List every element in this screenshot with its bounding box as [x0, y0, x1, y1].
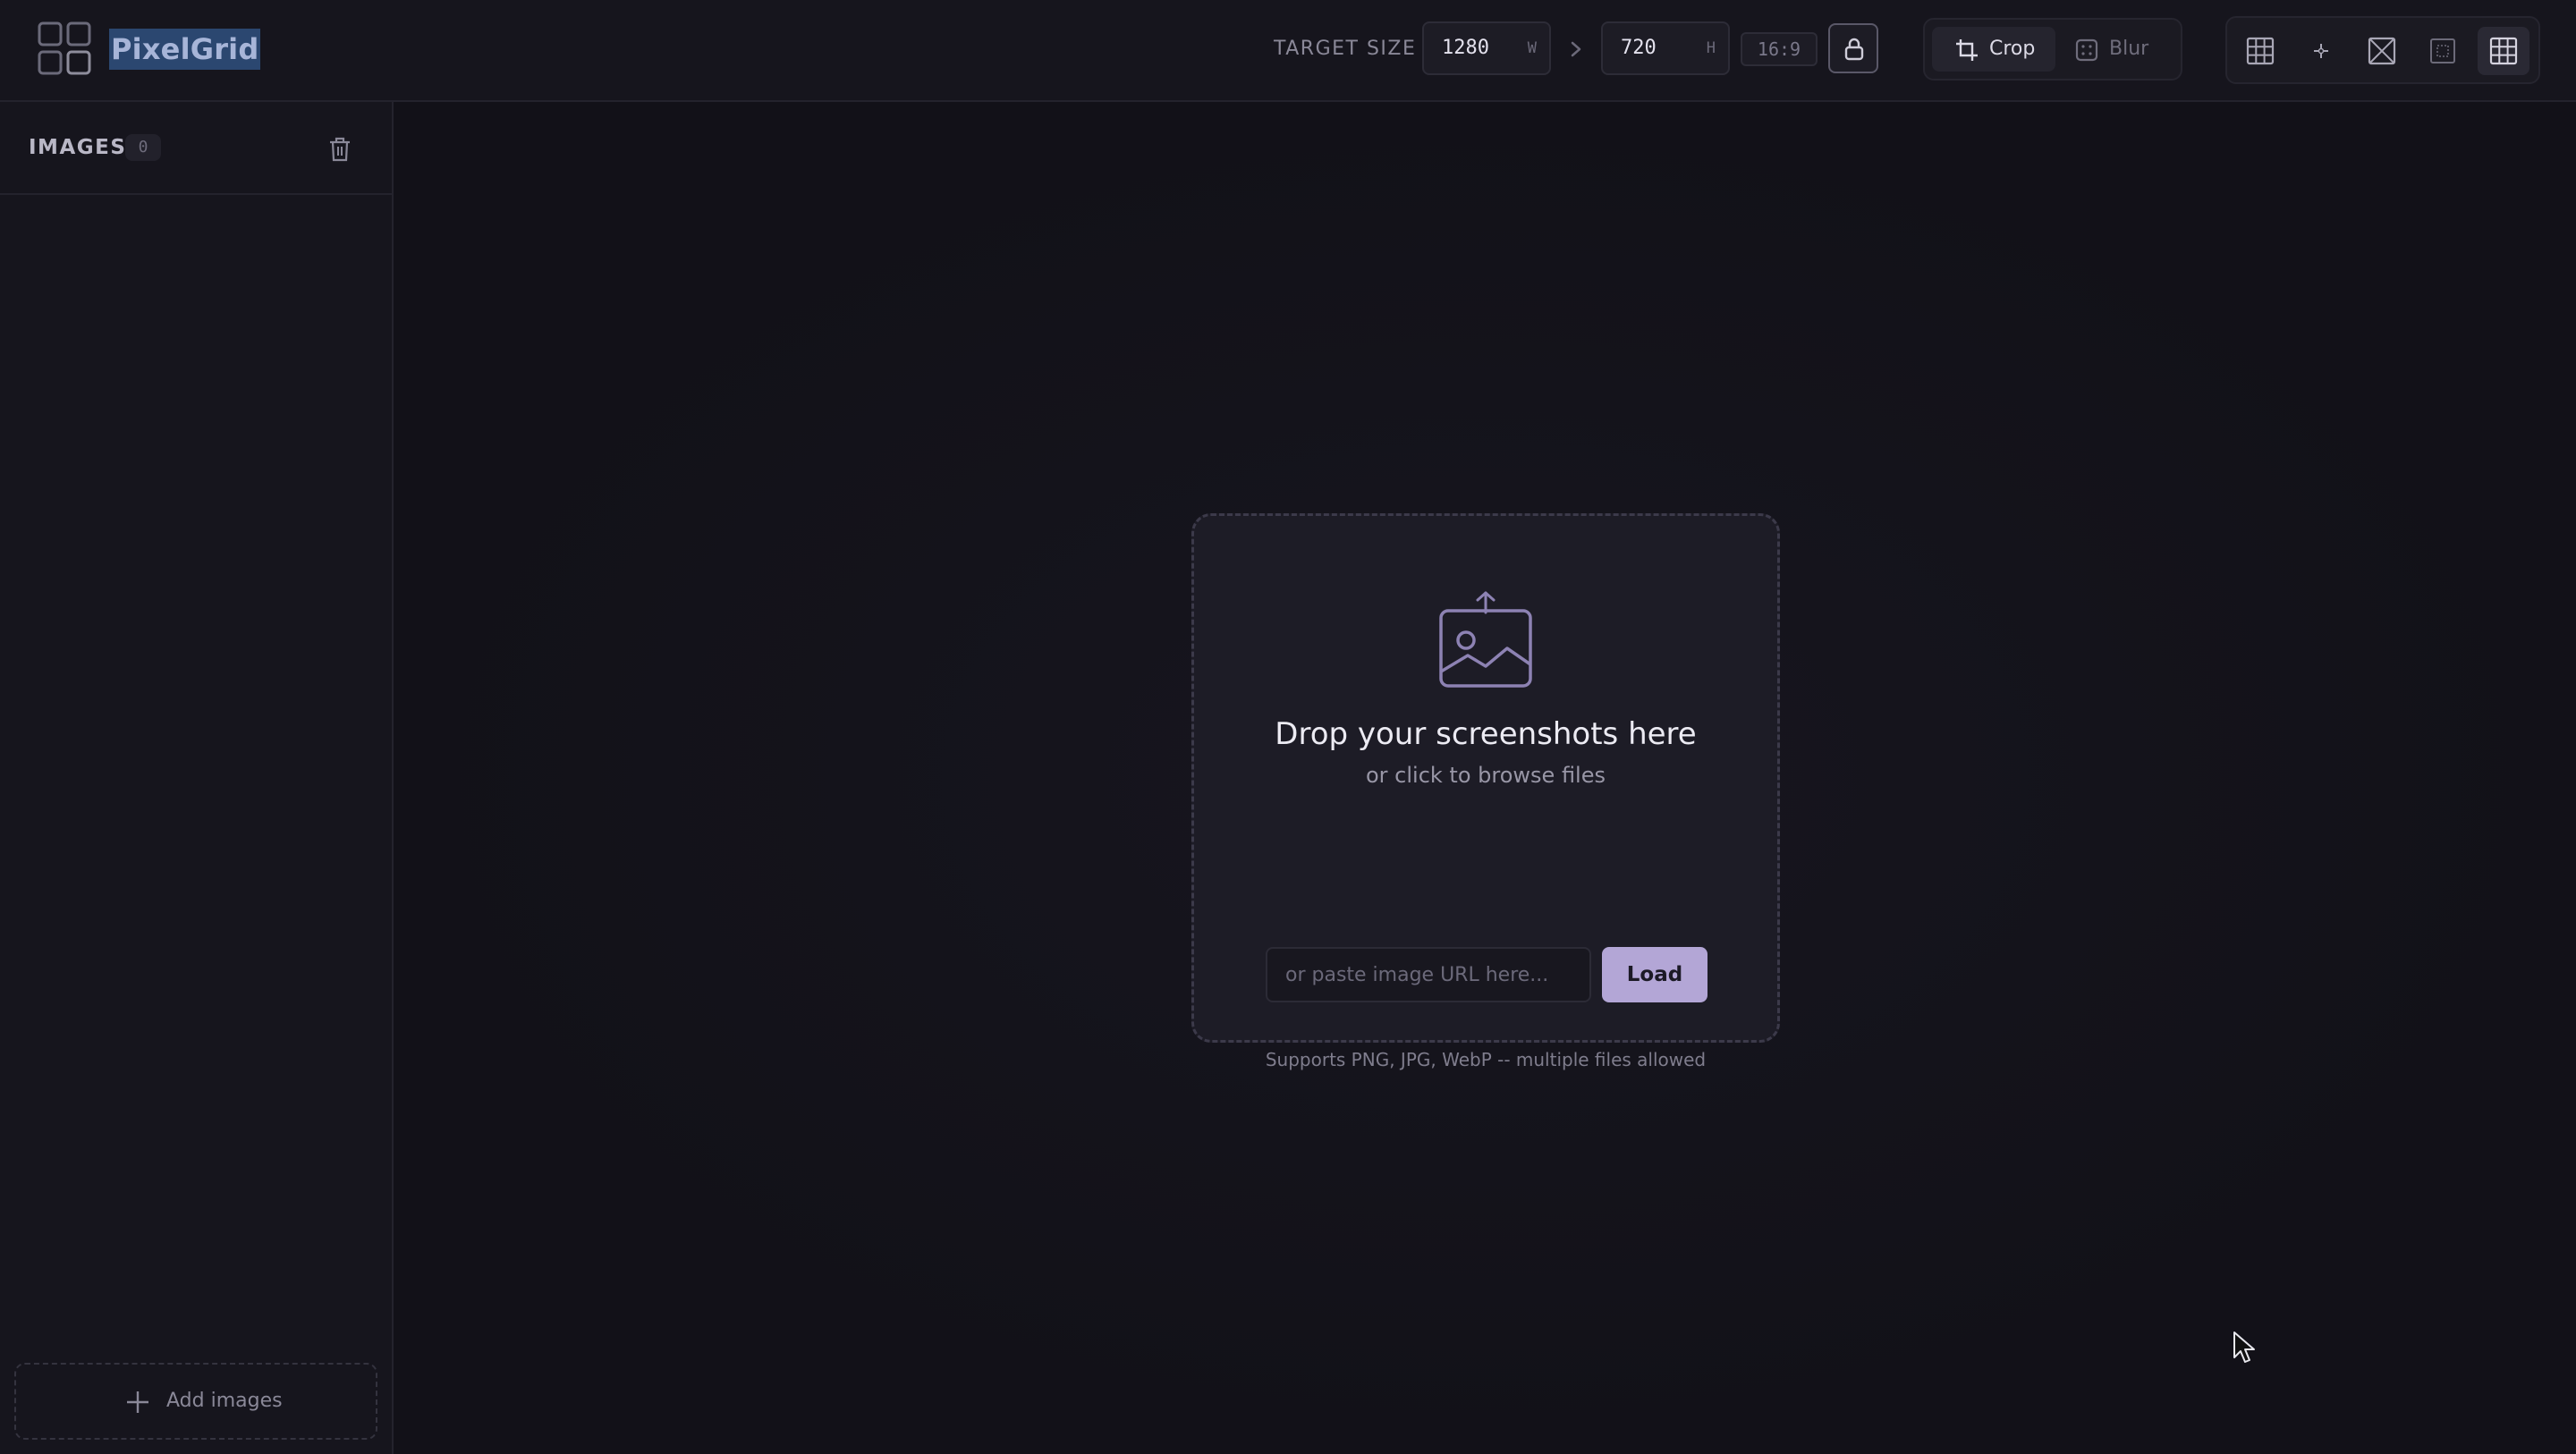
height-field[interactable]: 720 H: [1601, 21, 1730, 75]
grid-tool-button[interactable]: [2234, 27, 2286, 75]
add-images-label: Add images: [166, 1390, 283, 1412]
crop-mode-button[interactable]: Crop: [1932, 27, 2055, 72]
drop-zone[interactable]: Drop your screenshots here or click to b…: [1191, 513, 1780, 1070]
images-title: IMAGES: [29, 136, 127, 159]
logo-grid-icon: [38, 21, 91, 75]
browse-files-link[interactable]: or click to browse files: [1194, 761, 1777, 790]
center-tool-button[interactable]: [2295, 27, 2347, 75]
app-window: PixelGrid TARGET SIZE 1280 W 720 H 16:9: [0, 0, 2576, 1454]
overlay-tools: [2225, 16, 2540, 84]
cross-tool-button[interactable]: [2356, 27, 2408, 75]
blur-mode-button[interactable]: Blur: [2061, 27, 2170, 72]
image-upload-icon: [1439, 591, 1532, 688]
supported-formats-note: Supports PNG, JPG, WebP -- multiple file…: [1265, 1049, 1707, 1070]
image-url-input[interactable]: [1266, 947, 1591, 1002]
blur-icon: [2075, 38, 2098, 62]
chevron-right-icon: [1571, 41, 1581, 57]
trash-icon[interactable]: [327, 136, 352, 163]
plus-icon: [127, 1391, 148, 1413]
images-count-badge: 0: [125, 134, 161, 161]
grid-icon: [2246, 37, 2275, 65]
mode-switch: Crop Blur: [1923, 18, 2182, 80]
aspect-ratio-badge[interactable]: 16:9: [1741, 32, 1818, 66]
blur-label: Blur: [2109, 38, 2149, 60]
width-value: 1280: [1442, 37, 1489, 59]
top-toolbar: PixelGrid TARGET SIZE 1280 W 720 H 16:9: [0, 0, 2576, 102]
cross-box-icon: [2368, 37, 2396, 65]
center-point-icon: [2314, 44, 2328, 58]
mouse-cursor-icon: [2233, 1331, 2255, 1363]
crop-label: Crop: [1989, 38, 2036, 60]
crop-icon: [1956, 39, 1978, 61]
target-size-label: TARGET SIZE: [1274, 38, 1417, 60]
add-images-button[interactable]: Add images: [14, 1363, 377, 1440]
grid-overlay-tool-button[interactable]: [2478, 27, 2529, 75]
safe-area-tool-button[interactable]: [2417, 27, 2469, 75]
sidebar-header: IMAGES 0: [0, 102, 392, 195]
app-title: PixelGrid: [109, 29, 261, 70]
lock-icon: [1844, 38, 1864, 61]
aspect-lock-button[interactable]: [1828, 23, 1878, 73]
width-unit: W: [1527, 39, 1537, 57]
load-button[interactable]: Load: [1602, 947, 1707, 1002]
safe-area-icon: [2430, 38, 2455, 63]
height-unit: H: [1706, 39, 1716, 57]
grid-overlay-icon: [2489, 37, 2518, 65]
drop-title: Drop your screenshots here: [1275, 716, 1697, 752]
canvas-area: Drop your screenshots here or click to b…: [394, 102, 2576, 1454]
width-field[interactable]: 1280 W: [1422, 21, 1551, 75]
images-sidebar: IMAGES 0 Add images: [0, 102, 394, 1454]
height-value: 720: [1621, 37, 1657, 59]
